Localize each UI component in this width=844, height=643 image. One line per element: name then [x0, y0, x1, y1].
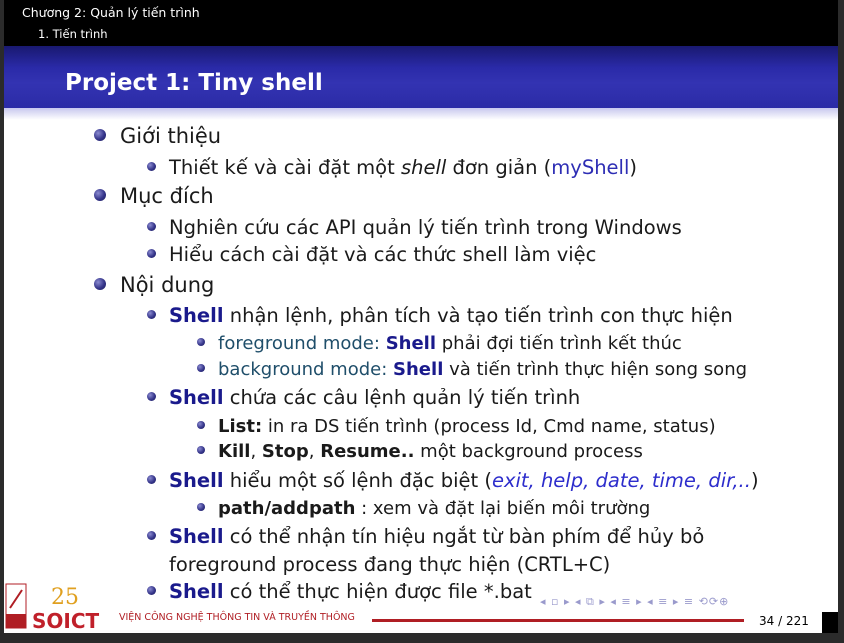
bullet-shell-signal: Shell có thể nhận tín hiệu ngắt từ bàn p…	[147, 525, 704, 548]
bullet-shell-parse: Shell nhận lệnh, phân tích và tạo tiến t…	[147, 304, 733, 327]
bullet-intro: Giới thiệu	[94, 124, 221, 148]
navigation-symbols[interactable]: ◂ ▫ ▸ ◂ ⧉ ▸ ◂ ≡ ▸ ◂ ≡ ▸ ≡ ⟲⟳⊕	[540, 595, 729, 609]
nav-search-icon[interactable]: ⟲⟳⊕	[699, 595, 730, 608]
logo-number: 25	[51, 585, 79, 610]
bullet-purpose: Mục đích	[94, 184, 214, 208]
bullet-icon	[147, 531, 156, 540]
bullet-icon	[147, 310, 156, 319]
nav-frame-prev-icon[interactable]: ◂ ▫ ▸	[540, 595, 571, 608]
nav-menu-icon[interactable]: ≡	[684, 595, 694, 608]
bullet-shell-commands: Shell chứa các câu lệnh quản lý tiến trì…	[147, 386, 580, 409]
bullet-icon	[197, 446, 205, 454]
bullet-icon	[197, 421, 205, 429]
footer-institute: VIỆN CÔNG NGHỆ THÔNG TIN VÀ TRUYỀN THÔNG	[119, 612, 355, 623]
bullet-icon	[147, 475, 156, 484]
section-title[interactable]: 1. Tiến trình	[38, 27, 108, 41]
bullet-purpose-api: Nghiên cứu các API quản lý tiến trình tr…	[147, 216, 682, 239]
soict-logo: 25 SOICT	[5, 583, 100, 630]
bullet-shell-bat: Shell có thể thực hiện được file *.bat	[147, 580, 532, 603]
bullet-icon	[147, 392, 156, 401]
bullet-icon	[94, 189, 106, 201]
header-bar: Chương 2: Quản lý tiến trình 1. Tiến trì…	[4, 0, 838, 46]
chapter-title[interactable]: Chương 2: Quản lý tiến trình	[22, 5, 200, 20]
bullet-shell-signal-cont: foreground process đang thực hiện (CRTL+…	[169, 553, 611, 576]
slide-title: Project 1: Tiny shell	[65, 70, 323, 96]
bullet-intro-design: Thiết kế và cài đặt một shell đơn giản (…	[147, 156, 637, 179]
title-bar-shadow	[4, 108, 838, 120]
bullet-icon	[94, 278, 106, 290]
bullet-contents: Nội dung	[94, 273, 214, 297]
bullet-shell-special: Shell hiểu một số lệnh đặc biệt (exit, h…	[147, 469, 759, 492]
nav-chapter-icon[interactable]: ◂ ≡ ▸	[647, 595, 679, 608]
nav-section-icon[interactable]: ◂ ≡ ▸	[610, 595, 642, 608]
bullet-icon	[197, 503, 205, 511]
page-number: 34 / 221	[759, 614, 809, 628]
bullet-icon	[94, 129, 106, 141]
logo-text: SOICT	[32, 609, 100, 630]
bullet-icon	[147, 162, 156, 171]
footer-divider	[372, 619, 744, 622]
window-frame: Chương 2: Quản lý tiến trình 1. Tiến trì…	[0, 0, 844, 643]
bullet-icon	[147, 222, 156, 231]
bullet-kill: Kill, Stop, Resume.. một background proc…	[197, 441, 643, 462]
bullet-purpose-shell: Hiểu cách cài đặt và các thức shell làm …	[147, 243, 596, 266]
bullet-list: List: in ra DS tiến trình (process Id, C…	[197, 416, 716, 437]
bullet-path: path/addpath : xem và đặt lại biến môi t…	[197, 498, 650, 519]
bullet-icon	[147, 586, 156, 595]
bullet-background: background mode: Shell và tiến trình thự…	[197, 359, 747, 380]
bullet-icon	[147, 249, 156, 258]
bullet-foreground: foreground mode: Shell phải đợi tiến trì…	[197, 333, 682, 354]
footer-corner	[822, 612, 838, 633]
slide: Chương 2: Quản lý tiến trình 1. Tiến trì…	[4, 0, 838, 633]
bullet-icon	[197, 338, 205, 346]
nav-subsection-icon[interactable]: ◂ ⧉ ▸	[575, 595, 606, 608]
bullet-icon	[197, 364, 205, 372]
